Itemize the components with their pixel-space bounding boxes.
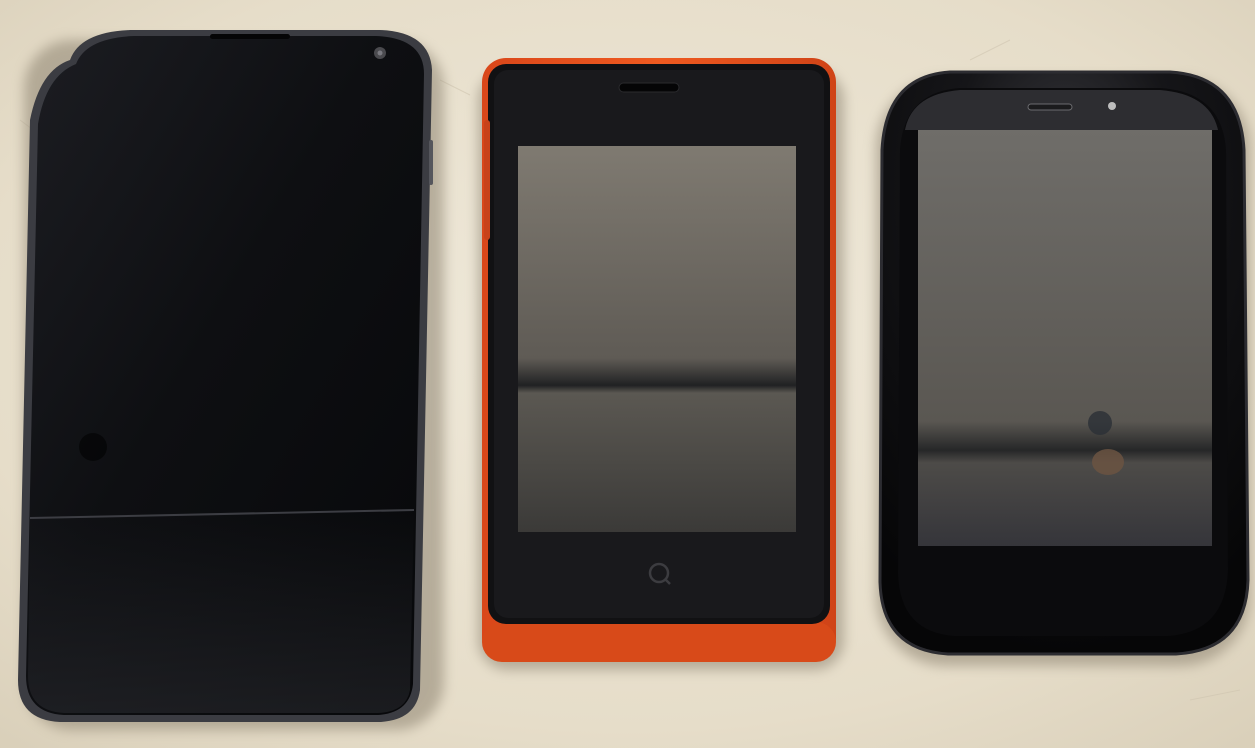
- right-phone: [876, 70, 1250, 666]
- middle-phone-side-button: [484, 120, 490, 240]
- front-camera-icon: [1108, 102, 1116, 110]
- right-phone-screen: [918, 130, 1212, 546]
- earpiece-slot-icon: [210, 34, 290, 39]
- photo-scene: [0, 0, 1255, 748]
- left-phone-reflection: [28, 510, 414, 713]
- middle-phone-bottom-lip: [482, 622, 836, 662]
- earpiece-slot-icon: [1027, 103, 1073, 111]
- front-camera-lens: [377, 50, 383, 56]
- middle-phone-screen: [518, 146, 796, 532]
- left-phone-side-button: [429, 140, 433, 185]
- middle-phone: [478, 58, 844, 670]
- left-phone: [18, 30, 444, 730]
- photo-svg: [0, 0, 1255, 748]
- earpiece-slot-icon: [618, 82, 680, 93]
- screen-reflection-spot: [1092, 449, 1124, 475]
- screen-reflection-spot: [1088, 411, 1112, 435]
- glass-smudge: [79, 433, 107, 461]
